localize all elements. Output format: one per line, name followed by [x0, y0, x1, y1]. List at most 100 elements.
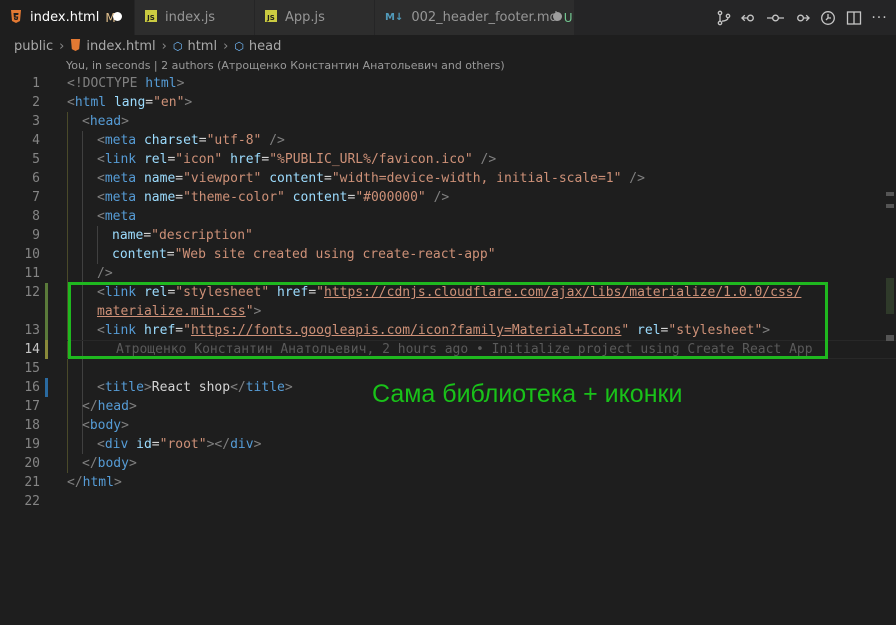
punct: < [97, 209, 105, 224]
line-number: 13 [24, 323, 40, 338]
codelens-blame-header[interactable]: You, in seconds | 2 authors (Атрощенко К… [66, 59, 505, 72]
punct: </ [82, 399, 98, 414]
go-back-icon[interactable] [741, 9, 758, 26]
punct: /> [621, 171, 645, 186]
commit-icon[interactable] [767, 9, 784, 26]
unsaved-dot-icon[interactable] [113, 12, 122, 21]
tag-name: html [145, 76, 177, 91]
attr-name: name [136, 190, 176, 205]
attr-name: lang [106, 95, 146, 110]
line-number: 3 [32, 114, 40, 129]
punct: = [175, 171, 184, 186]
tab-label: App.js [285, 10, 325, 25]
unsaved-dot-icon[interactable] [553, 12, 562, 21]
code-line: 22 [0, 492, 880, 511]
tag-name: div [230, 437, 254, 452]
breadcrumb-folder[interactable]: public [14, 39, 53, 54]
code-line: 21 </html> [0, 473, 880, 492]
tag-name: title [245, 380, 285, 395]
tab-index-html[interactable]: index.html M [0, 0, 135, 35]
code-line: 1 <!DOCTYPE html> [0, 74, 880, 93]
punct: </ [230, 380, 246, 395]
punct: = [198, 133, 207, 148]
breadcrumb-element-head[interactable]: head [249, 39, 281, 54]
code-line: 6 <meta name="viewport" content="width=d… [0, 169, 880, 188]
tag-name: body [97, 456, 129, 471]
svg-text:JS: JS [266, 14, 275, 22]
attr-name: rel [136, 152, 168, 167]
tag-name: title [104, 380, 144, 395]
tag-name: meta [104, 133, 137, 148]
more-icon[interactable]: ··· [871, 9, 888, 26]
annotation-text: Сама библиотека + иконки [372, 380, 683, 408]
punct: < [82, 418, 90, 433]
attr-value: "theme-color" [183, 190, 285, 205]
code-line: 18 <body> [0, 416, 880, 435]
punct: < [97, 437, 105, 452]
gutter-modified-marker [45, 321, 48, 340]
punct: > [113, 475, 122, 490]
split-editor-icon[interactable] [845, 9, 862, 26]
tab-header-footer-md[interactable]: M↓ 002_header_footer.md U [375, 0, 575, 35]
breadcrumb-element-html[interactable]: html [187, 39, 217, 54]
chevron-right-icon: › [161, 38, 167, 54]
punct: > [284, 380, 293, 395]
tag-name: head [97, 399, 129, 414]
tab-label: index.html [30, 10, 100, 25]
punct: /> [425, 190, 450, 205]
tab-bar: index.html M JS index.js JS App.js M↓ 00… [0, 0, 896, 35]
overview-ruler[interactable] [882, 148, 896, 625]
punct: = [324, 171, 332, 186]
code-line: 20 </body> [0, 454, 880, 473]
code-line: 19 <div id="root"></div> [0, 435, 880, 454]
code-line: 15 [0, 359, 880, 378]
line-number: 18 [24, 418, 40, 433]
line-number: 12 [24, 285, 40, 300]
punct: > [128, 456, 137, 471]
breadcrumb-file[interactable]: index.html [86, 39, 155, 54]
tag-name: meta [104, 190, 137, 205]
tab-index-js[interactable]: JS index.js [135, 0, 255, 35]
code-line: 9 name="description" [0, 226, 880, 245]
punct: > [143, 380, 152, 395]
punct: > [184, 95, 193, 110]
punct: </ [67, 475, 83, 490]
gutter-modified-marker [45, 283, 48, 302]
timeline-icon[interactable] [819, 9, 836, 26]
tag-name: html [74, 95, 107, 110]
source-control-icon[interactable] [715, 9, 732, 26]
attr-value: "description" [151, 228, 253, 243]
doctype-token: <!DOCTYPE [67, 76, 146, 91]
element-icon: ⬡ [234, 39, 244, 53]
go-forward-icon[interactable] [793, 9, 810, 26]
attr-value: "Web site created using create-react-app… [174, 247, 496, 262]
attr-value: "#000000" [355, 190, 426, 205]
attr-value: "width=device-width, initial-scale=1" [331, 171, 622, 186]
attr-value: "utf-8" [206, 133, 262, 148]
code-line: 8 <meta [0, 207, 880, 226]
line-number: 9 [32, 228, 40, 243]
punct: < [97, 133, 105, 148]
editor-toolbar: ··· [715, 0, 896, 35]
line-number: 16 [24, 380, 40, 395]
tag-name: meta [104, 171, 137, 186]
punct: < [67, 95, 75, 110]
attr-name: href [222, 152, 262, 167]
punct: = [175, 190, 184, 205]
attr-name: id [128, 437, 152, 452]
punct: < [97, 380, 105, 395]
punct: </ [82, 456, 98, 471]
code-line: 3 <head> [0, 112, 880, 131]
chevron-right-icon: › [223, 38, 229, 54]
attr-value: "%PUBLIC_URL%/favicon.ico" [269, 152, 473, 167]
chevron-right-icon: › [59, 38, 65, 54]
punct: = [143, 228, 152, 243]
punct: > [176, 76, 185, 91]
line-number: 7 [32, 190, 40, 205]
tag-name: meta [104, 209, 137, 224]
tab-app-js[interactable]: JS App.js [255, 0, 375, 35]
attr-name: content [261, 171, 325, 186]
line-number: 11 [24, 266, 40, 281]
line-number: 17 [24, 399, 40, 414]
punct: < [97, 190, 105, 205]
